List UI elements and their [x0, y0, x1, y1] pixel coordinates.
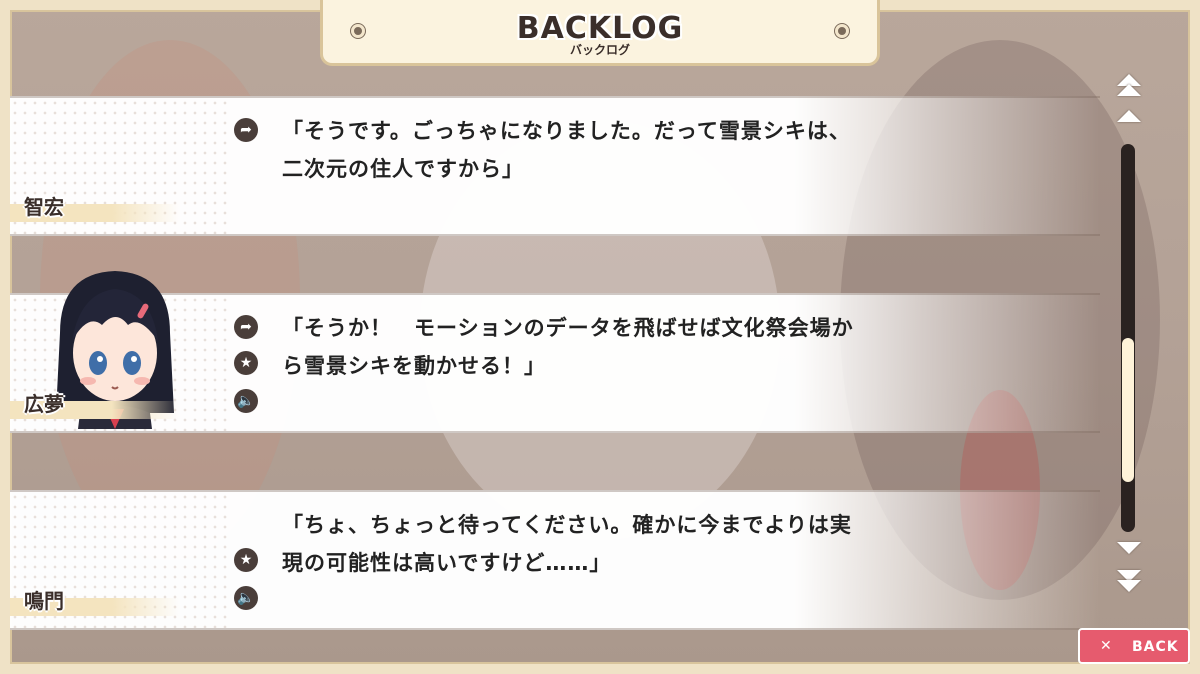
- dialogue-line: 二次元の住人ですから」: [282, 157, 524, 181]
- dialogue-text: 「そうか！ モーションのデータを飛ばせば文化祭会場か ら雪景シキを動かせる！」: [282, 309, 942, 385]
- close-icon: ✕: [1100, 638, 1112, 654]
- double-chevron-down-icon-part: [1117, 580, 1141, 592]
- dialogue-line: 「そうです。ごっちゃになりました。だって雪景シキは、: [282, 119, 851, 143]
- chevron-up-icon: [1117, 110, 1141, 122]
- voice-icon[interactable]: 🔈: [234, 389, 258, 413]
- scroll-up-button[interactable]: [1114, 110, 1144, 132]
- dialogue-line: 「ちょ、ちょっと待ってください。確かに今までよりは実: [282, 513, 852, 537]
- jump-icon[interactable]: ➦: [234, 118, 258, 142]
- double-chevron-up-icon-part: [1117, 84, 1141, 96]
- dialogue-line: 現の可能性は高いですけど……」: [282, 551, 612, 575]
- backlog-entry: 広夢 ➦ ★ 🔈 「そうか！ モーションのデータを飛ばせば文化祭会場か ら雪景シ…: [10, 271, 1100, 433]
- scroll-thumb[interactable]: [1122, 338, 1134, 482]
- backlog-header: BACKLOG バックログ: [320, 0, 880, 66]
- speaker-name: 広夢: [24, 392, 64, 416]
- dialogue-text: 「そうです。ごっちゃになりました。だって雪景シキは、 二次元の住人ですから」: [282, 112, 942, 188]
- scroll-down-button[interactable]: [1114, 542, 1144, 564]
- speaker-name: 鳴門: [24, 589, 64, 613]
- backlog-entry: 鳴門 ★ 🔈 「ちょ、ちょっと待ってください。確かに今までよりは実 現の可能性は…: [10, 490, 1100, 630]
- dialogue-text: 「ちょ、ちょっと待ってください。確かに今までよりは実 現の可能性は高いですけど……: [282, 506, 942, 582]
- star-icon[interactable]: ★: [234, 351, 258, 375]
- scroll-top-button[interactable]: [1114, 74, 1144, 96]
- scrollbar[interactable]: [1108, 70, 1150, 600]
- backlog-entry: 智宏 ➦ 「そうです。ごっちゃになりました。だって雪景シキは、 二次元の住人です…: [10, 96, 1100, 236]
- chevron-down-icon: [1117, 542, 1141, 554]
- back-button[interactable]: ✕ BACK: [1078, 628, 1190, 664]
- scroll-bottom-button[interactable]: [1114, 570, 1144, 592]
- jump-icon[interactable]: ➦: [234, 315, 258, 339]
- star-icon[interactable]: ★: [234, 548, 258, 572]
- scroll-track[interactable]: [1121, 144, 1135, 532]
- voice-icon[interactable]: 🔈: [234, 586, 258, 610]
- dialogue-line: 「そうか！ モーションのデータを飛ばせば文化祭会場か: [282, 316, 854, 340]
- speaker-name: 智宏: [24, 195, 64, 219]
- back-label: BACK: [1132, 639, 1179, 655]
- dialogue-line: ら雪景シキを動かせる！」: [282, 354, 546, 378]
- page-subtitle: バックログ: [569, 43, 630, 57]
